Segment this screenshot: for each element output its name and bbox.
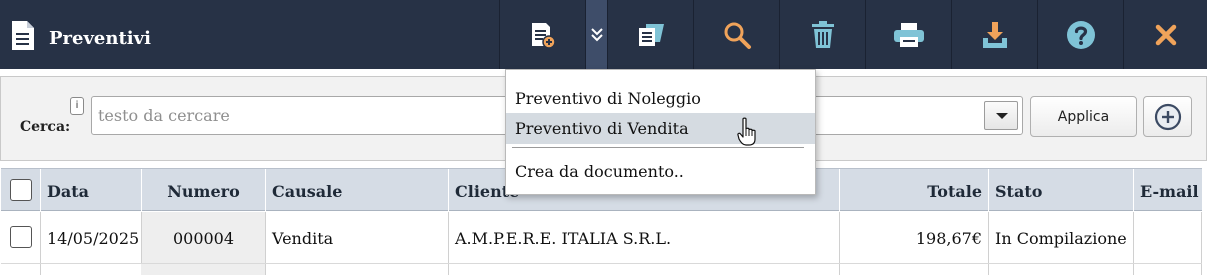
search-dropdown-button[interactable]	[984, 101, 1018, 130]
column-header-stato[interactable]: Stato	[988, 169, 1133, 211]
column-header-email[interactable]: E-mail	[1133, 169, 1202, 211]
cell-stato: In Compilazione	[988, 212, 1133, 263]
menu-separator	[512, 147, 804, 148]
header-select-all	[1, 169, 40, 211]
add-filter-button[interactable]	[1143, 96, 1192, 137]
question-icon	[1066, 20, 1095, 49]
column-header-data[interactable]: Data	[40, 169, 141, 211]
plus-circle-icon	[1154, 103, 1181, 130]
magnifier-icon	[724, 22, 751, 49]
cell-causale: Vendita	[265, 212, 448, 263]
help-button[interactable]	[1037, 0, 1123, 69]
close-x-icon	[1155, 24, 1176, 45]
cell-totale: 198,67€	[839, 212, 988, 263]
cell-numero: 000004	[141, 212, 265, 263]
copy-button[interactable]	[607, 0, 693, 69]
column-header-causale[interactable]: Causale	[265, 169, 448, 211]
download-button[interactable]	[951, 0, 1037, 69]
new-options-toggle[interactable]	[585, 0, 607, 69]
table-row[interactable]: 14/05/2025 000004 Vendita A.M.P.E.R.E. I…	[1, 212, 1202, 264]
select-all-checkbox[interactable]	[10, 179, 32, 201]
top-toolbar: Preventivi	[0, 0, 1207, 69]
delete-button[interactable]	[779, 0, 865, 69]
new-document-plus-icon	[531, 22, 556, 49]
new-quote-menu: Preventivo di Noleggio Preventivo di Ven…	[505, 69, 816, 195]
copy-documents-icon	[638, 23, 664, 46]
search-label: Cerca:	[20, 119, 71, 135]
double-chevron-down-icon	[590, 27, 603, 41]
column-header-numero[interactable]: Numero	[141, 169, 265, 211]
column-header-totale[interactable]: Totale	[839, 169, 988, 211]
menu-item-preventivo-vendita[interactable]: Preventivo di Vendita	[506, 113, 815, 144]
cell-data: 14/05/2025	[40, 212, 141, 263]
table-row[interactable]	[1, 264, 1202, 275]
menu-item-crea-da-documento[interactable]: Crea da documento..	[506, 156, 815, 187]
new-quote-button[interactable]	[499, 0, 585, 69]
menu-item-preventivo-noleggio[interactable]: Preventivo di Noleggio	[506, 83, 815, 114]
hand-cursor-icon	[737, 117, 756, 146]
print-button[interactable]	[865, 0, 951, 69]
trash-icon	[811, 20, 834, 48]
download-icon	[982, 21, 1007, 48]
apply-button[interactable]: Applica	[1030, 96, 1137, 137]
search-button[interactable]	[693, 0, 779, 69]
cell-email	[1133, 212, 1202, 263]
cell-cliente: A.M.P.E.R.E. ITALIA S.R.L.	[448, 212, 839, 263]
printer-icon	[893, 22, 924, 47]
row-select-cell	[1, 212, 40, 263]
info-icon[interactable]: i	[70, 97, 84, 115]
document-icon	[12, 21, 34, 50]
row-checkbox[interactable]	[10, 226, 32, 248]
close-button[interactable]	[1123, 0, 1207, 69]
page-title: Preventivi	[49, 28, 151, 49]
